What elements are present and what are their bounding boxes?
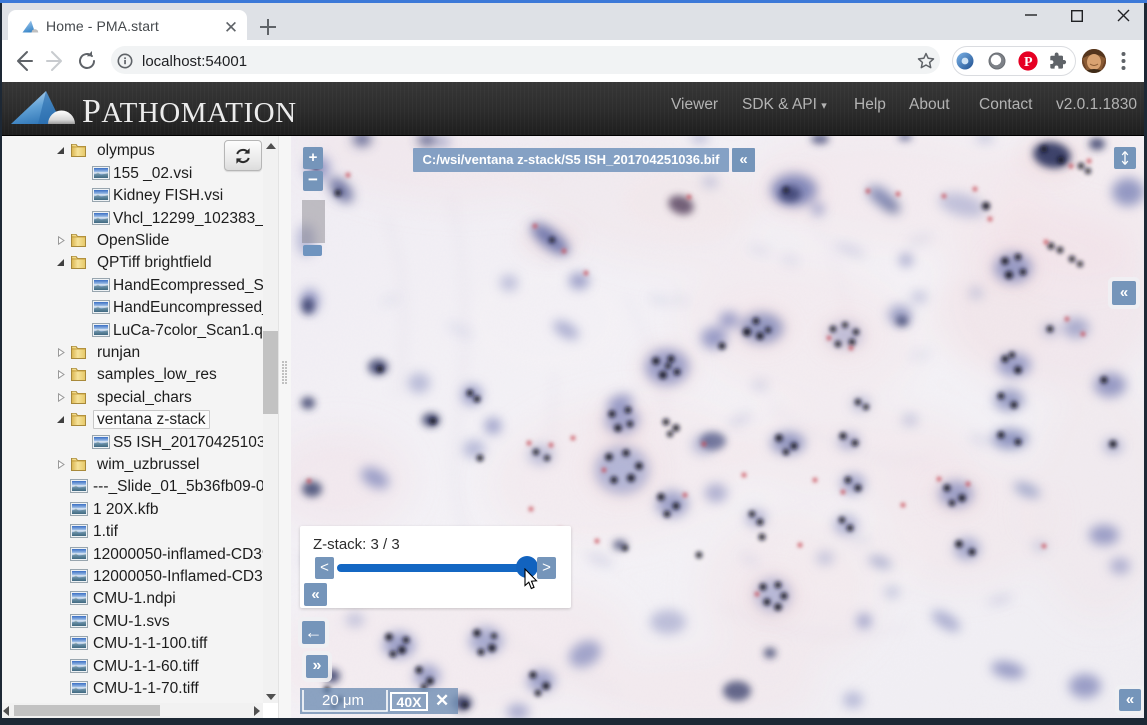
svg-text:P: P — [1024, 55, 1033, 70]
